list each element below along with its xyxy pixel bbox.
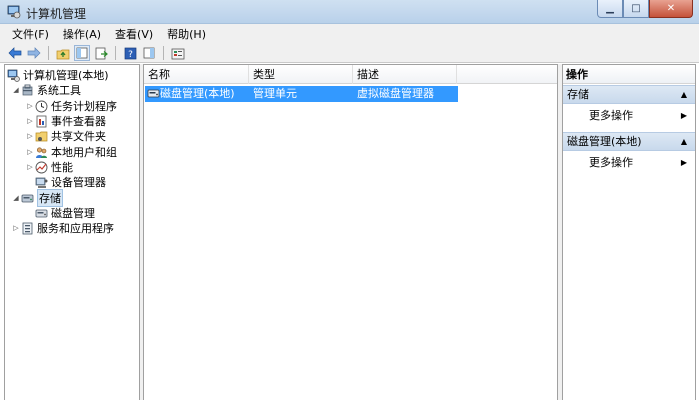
storage-icon [21,192,34,205]
computer-management-icon [6,4,22,20]
properties-icon[interactable] [170,45,186,61]
submenu-arrow-icon: ▶ [680,158,687,167]
action-label: 更多操作 [589,156,633,169]
window-controls: ▁ □ ✕ [597,0,693,18]
clock-icon [35,100,48,113]
show-hide-action-pane-icon[interactable] [141,45,157,61]
expand-arrow-icon[interactable]: ▷ [11,224,21,232]
collapse-up-icon[interactable]: ▲ [681,86,687,104]
performance-icon [35,161,48,174]
minimize-icon: ▁ [606,3,614,14]
minimize-button[interactable]: ▁ [597,0,623,18]
tree-item-disk-management[interactable]: 磁盘管理 [35,205,95,221]
users-icon [35,146,48,159]
tree-item-root[interactable]: 计算机管理(本地) [7,67,109,83]
actions-pane: 操作 存储 ▲ 更多操作 ▶ 磁盘管理(本地) ▲ 更多操作 ▶ [562,64,696,400]
expand-arrow-icon[interactable]: ▷ [25,102,35,110]
forward-arrow-icon[interactable] [26,45,42,61]
tree-label: 磁盘管理 [51,207,95,220]
column-header-name[interactable]: 名称 [144,65,249,84]
help-icon[interactable]: ? [122,45,138,61]
expand-arrow-icon[interactable]: ▷ [25,148,35,156]
maximize-button[interactable]: □ [623,0,649,18]
close-button[interactable]: ✕ [649,0,693,18]
action-more-actions[interactable]: 更多操作 ▶ [563,154,695,172]
tree-item-local-users[interactable]: ▷ 本地用户和组 [25,144,117,160]
list-header: 名称 类型 描述 [144,65,557,84]
action-more-actions[interactable]: 更多操作 ▶ [563,107,695,125]
toolbar-separator [163,46,164,60]
tools-icon [21,84,34,97]
menu-help[interactable]: 帮助(H) [161,25,212,43]
list-item[interactable]: 磁盘管理(本地) 管理单元 虚拟磁盘管理器 [145,86,458,102]
close-icon: ✕ [666,3,676,14]
collapse-up-icon[interactable]: ▲ [681,133,687,151]
device-manager-icon [35,176,48,189]
event-viewer-icon [35,115,48,128]
menu-file[interactable]: 文件(F) [6,25,55,43]
menu-view[interactable]: 查看(V) [109,25,159,43]
tree-label: 设备管理器 [51,176,106,189]
tree-label: 任务计划程序 [51,100,117,113]
results-pane: 名称 类型 描述 磁盘管理(本地) 管理单元 虚拟磁盘管理器 [143,64,558,400]
collapse-arrow-icon[interactable]: ◢ [11,194,21,202]
actions-section-disk-management[interactable]: 磁盘管理(本地) ▲ [563,132,695,151]
collapse-arrow-icon[interactable]: ◢ [11,86,21,94]
tree-label: 共享文件夹 [51,130,106,143]
tree-item-event-viewer[interactable]: ▷ 事件查看器 [25,113,106,129]
svg-text:?: ? [128,50,133,60]
actions-section-storage[interactable]: 存储 ▲ [563,85,695,104]
tree-label: 系统工具 [37,84,81,97]
up-folder-icon[interactable] [55,45,71,61]
disk-management-icon [35,207,48,220]
computer-management-icon [7,69,20,82]
tree-label: 计算机管理(本地) [23,69,109,82]
list-cell-type: 管理单元 [253,87,297,100]
tree-item-performance[interactable]: ▷ 性能 [25,159,73,175]
maximize-icon: □ [631,3,641,14]
window-title: 计算机管理 [26,7,87,21]
tree-label: 本地用户和组 [51,146,117,159]
expand-arrow-icon[interactable]: ▷ [25,117,35,125]
list-cell-description: 虚拟磁盘管理器 [357,87,434,100]
toolbar-separator [115,46,116,60]
tree-label: 服务和应用程序 [37,222,114,235]
title-bar: 计算机管理 ▁ □ ✕ [0,0,699,24]
tree-label: 性能 [51,161,73,174]
shared-folder-icon [35,130,48,143]
action-label: 更多操作 [589,109,633,122]
show-hide-tree-icon[interactable] [74,45,90,61]
section-title: 磁盘管理(本地) [567,135,642,148]
expand-arrow-icon[interactable]: ▷ [25,163,35,171]
expand-arrow-icon[interactable]: ▷ [25,132,35,140]
list-cell-name: 磁盘管理(本地) [160,87,235,100]
actions-header: 操作 [563,65,695,84]
menu-bar: 文件(F) 操作(A) 查看(V) 帮助(H) [0,24,699,44]
tree-item-services-apps[interactable]: ▷ 服务和应用程序 [11,220,114,236]
column-header-description[interactable]: 描述 [353,65,457,84]
tree-item-shared-folders[interactable]: ▷ 共享文件夹 [25,128,106,144]
section-title: 存储 [567,88,589,101]
disk-management-icon [147,87,160,103]
menu-action[interactable]: 操作(A) [57,25,107,43]
export-list-icon[interactable] [93,45,109,61]
services-icon [21,222,34,235]
console-tree-pane: 计算机管理(本地) ◢ 系统工具 ▷ 任务计划程序 ▷ 事件查看器 ▷ 共享文件… [4,64,140,400]
column-header-type[interactable]: 类型 [249,65,353,84]
submenu-arrow-icon: ▶ [680,111,687,120]
tree-item-system-tools[interactable]: ◢ 系统工具 [11,82,81,98]
tree-item-storage[interactable]: ◢ 存储 [11,189,63,207]
tree-item-device-manager[interactable]: 设备管理器 [35,174,106,190]
toolbar: ? [0,44,699,63]
tree-item-task-scheduler[interactable]: ▷ 任务计划程序 [25,98,117,114]
toolbar-separator [48,46,49,60]
tree-label: 事件查看器 [51,115,106,128]
back-arrow-icon[interactable] [7,45,23,61]
